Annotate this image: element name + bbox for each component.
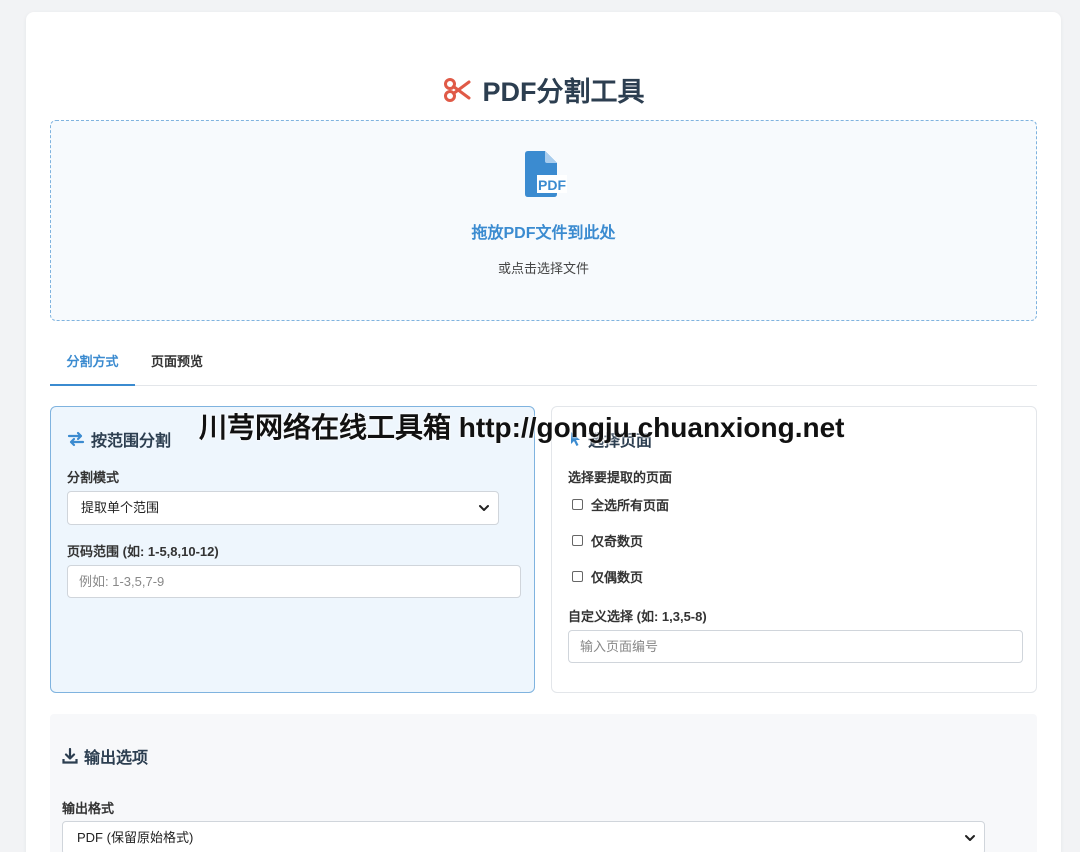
chevron-down-icon bbox=[479, 505, 489, 511]
select-all-checkbox[interactable] bbox=[572, 499, 583, 510]
range-panel-heading: 按范围分割 bbox=[67, 427, 171, 451]
split-mode-value: 提取单个范围 bbox=[81, 500, 160, 515]
odd-pages-checkbox[interactable] bbox=[572, 535, 583, 546]
output-options-section: 输出选项 输出格式 PDF (保留原始格式) bbox=[50, 714, 1037, 852]
even-pages-label: 仅偶数页 bbox=[591, 570, 644, 585]
select-all-option[interactable]: 全选所有页面 bbox=[572, 495, 669, 514]
odd-pages-option[interactable]: 仅奇数页 bbox=[572, 531, 643, 550]
scissors-icon bbox=[443, 77, 470, 102]
select-all-label: 全选所有页面 bbox=[591, 498, 670, 513]
chevron-down-icon bbox=[965, 835, 975, 841]
dropzone-title: 拖放PDF文件到此处 bbox=[471, 225, 616, 242]
output-heading-text: 输出选项 bbox=[84, 750, 149, 767]
output-format-select[interactable]: PDF (保留原始格式) bbox=[62, 821, 985, 852]
split-mode-select[interactable]: 提取单个范围 bbox=[67, 491, 499, 525]
even-pages-option[interactable]: 仅偶数页 bbox=[572, 567, 643, 586]
pdf-icon-label: PDF bbox=[538, 177, 566, 193]
tab-bar: 分割方式 页面预览 bbox=[50, 346, 1037, 386]
even-pages-checkbox[interactable] bbox=[572, 571, 583, 582]
output-format-value: PDF (保留原始格式) bbox=[77, 830, 194, 845]
tab-page-preview[interactable]: 页面预览 bbox=[142, 346, 212, 386]
download-icon bbox=[62, 748, 78, 764]
file-dropzone[interactable]: PDF 拖放PDF文件到此处 或点击选择文件 bbox=[50, 120, 1037, 321]
page-range-input[interactable]: 例如: 1-3,5,7-9 bbox=[67, 565, 521, 598]
page-title-text: PDF分割工具 bbox=[482, 77, 645, 107]
split-mode-label: 分割模式 bbox=[67, 470, 120, 485]
extract-pages-label: 选择要提取的页面 bbox=[568, 470, 673, 485]
odd-pages-label: 仅奇数页 bbox=[591, 534, 644, 549]
pdf-file-icon: PDF bbox=[525, 151, 567, 197]
output-format-label: 输出格式 bbox=[62, 801, 115, 816]
custom-pages-input[interactable]: 输入页面编号 bbox=[568, 630, 1023, 663]
custom-select-label: 自定义选择 (如: 1,3,5-8) bbox=[568, 609, 707, 624]
exchange-icon bbox=[67, 431, 85, 447]
watermark-text: 川芎网络在线工具箱 http://gongju.chuanxiong.net bbox=[199, 412, 845, 443]
select-pages-panel[interactable]: 选择页面 选择要提取的页面 全选所有页面 仅奇数页 仅偶数页 自定义选择 (如:… bbox=[551, 406, 1037, 693]
range-panel-heading-text: 按范围分割 bbox=[91, 433, 172, 450]
page-title: PDF分割工具 bbox=[26, 70, 1061, 109]
page-range-label: 页码范围 (如: 1-5,8,10-12) bbox=[67, 544, 219, 559]
range-split-panel[interactable]: 按范围分割 分割模式 提取单个范围 页码范围 (如: 1-5,8,10-12) … bbox=[50, 406, 535, 693]
dropzone-subtitle: 或点击选择文件 bbox=[497, 261, 589, 276]
output-heading: 输出选项 bbox=[62, 744, 148, 768]
tab-split-method[interactable]: 分割方式 bbox=[50, 346, 135, 386]
